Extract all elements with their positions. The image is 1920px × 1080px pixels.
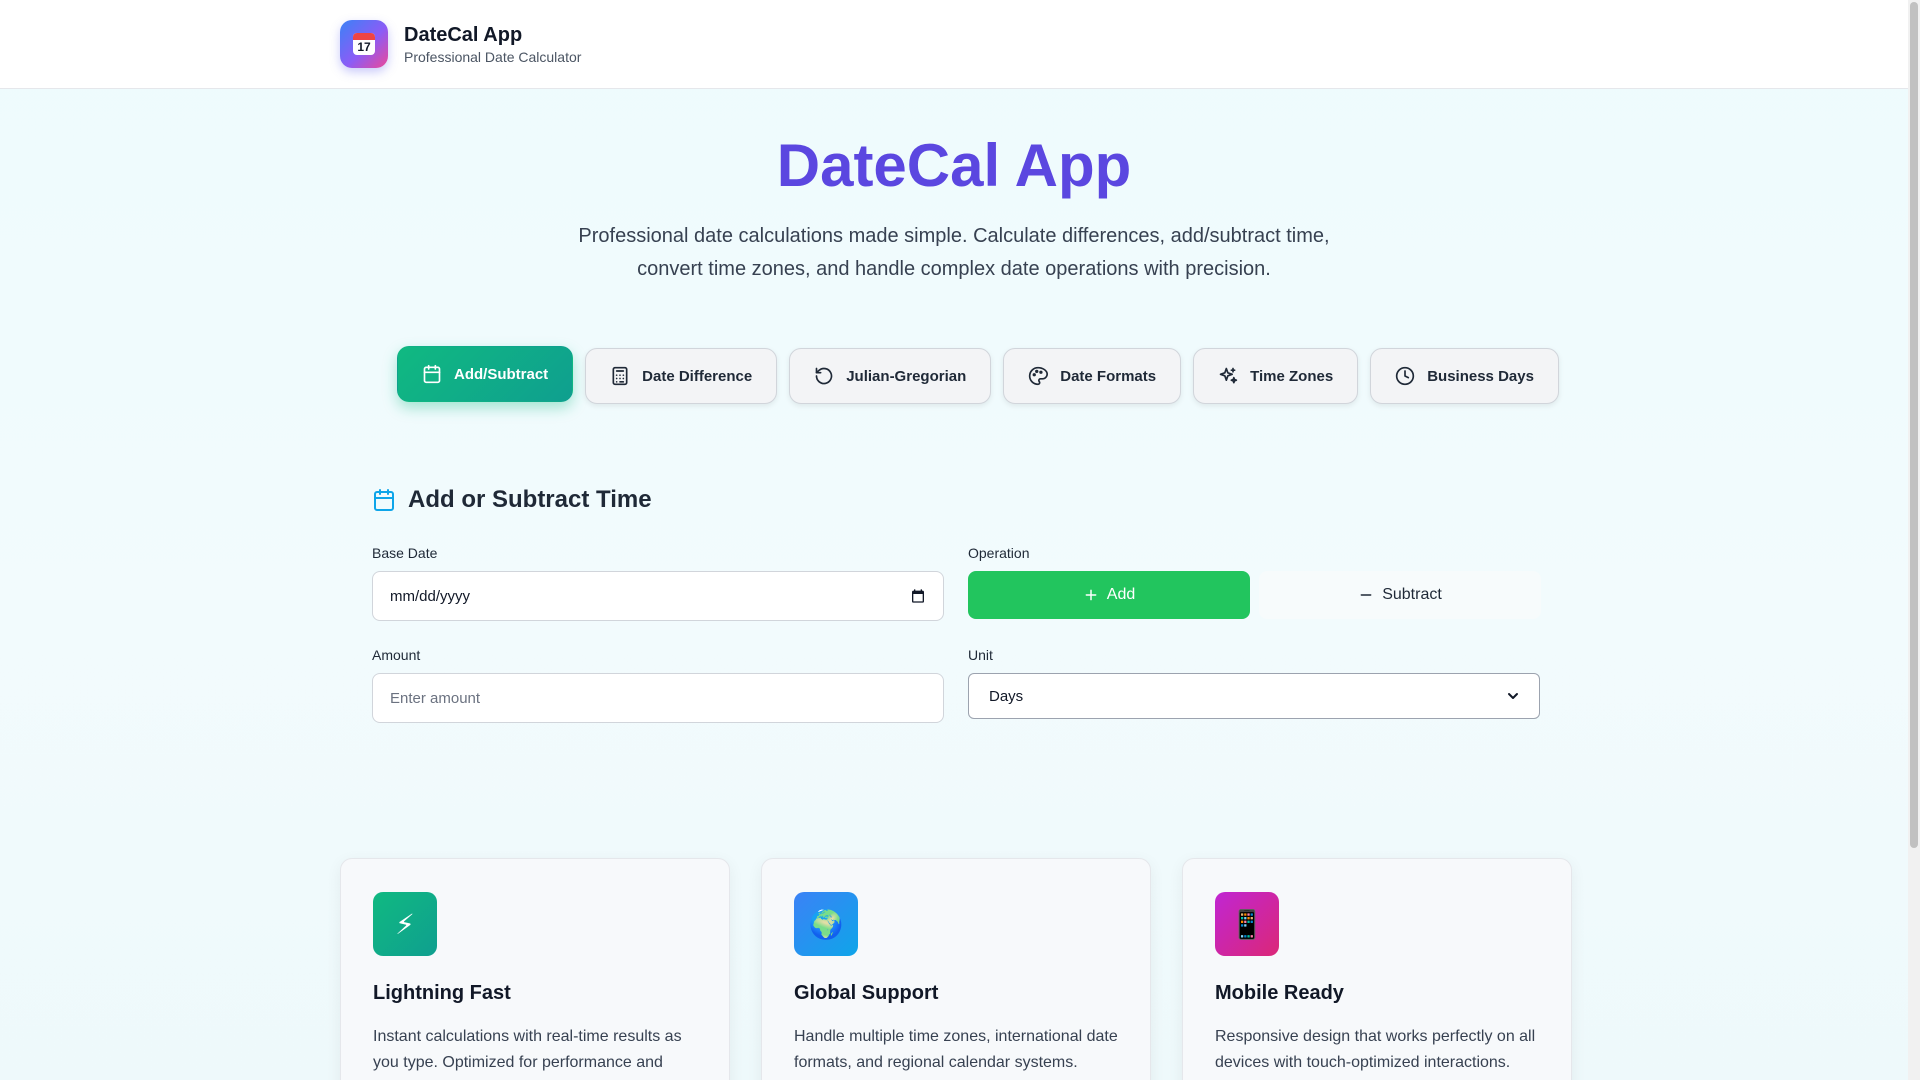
tab-date-difference[interactable]: Date Difference (585, 348, 778, 404)
date-picker-icon[interactable] (910, 588, 926, 604)
tab-label: Julian-Gregorian (846, 367, 967, 385)
tab-label: Business Days (1427, 367, 1534, 385)
top-bar: 17 DateCal App Professional Date Calcula… (0, 0, 1908, 89)
tab-business-days[interactable]: Business Days (1370, 348, 1559, 404)
app-logo-icon: 17 (340, 20, 388, 68)
globe-icon: 🌍 (794, 892, 858, 956)
tab-label: Date Difference (642, 367, 753, 385)
scrollbar-track[interactable] (1908, 0, 1920, 1080)
base-date-label: Base Date (372, 545, 438, 561)
hero-title: DateCal App (776, 132, 1132, 199)
calculator-icon (612, 366, 628, 386)
form-header: Add or Subtract Time (372, 486, 652, 514)
subtract-button[interactable]: Subtract (1259, 571, 1541, 619)
rotate-icon (815, 367, 833, 385)
plus-icon (1085, 589, 1097, 601)
feature-card-lightning-fast: ⚡ Lightning Fast Instant calculations wi… (340, 858, 730, 1080)
tab-label: Date Formats (1060, 367, 1157, 385)
lightning-icon: ⚡ (373, 892, 437, 956)
calendar-icon (423, 364, 441, 384)
sparkles-icon (1219, 367, 1238, 384)
clock-icon (1396, 366, 1415, 386)
subtract-label: Subtract (1382, 586, 1442, 603)
amount-input[interactable] (390, 689, 926, 707)
unit-label: Unit (968, 647, 993, 663)
app-name: DateCal App (404, 24, 523, 46)
feature-description: Instant calculations with real-time resu… (373, 1028, 682, 1071)
feature-title: Mobile Ready (1215, 982, 1344, 1004)
amount-label: Amount (372, 647, 421, 663)
palette-icon (1029, 366, 1049, 386)
tab-add-subtract[interactable]: Add/Subtract (397, 346, 574, 402)
feature-description: Responsive design that works perfectly o… (1215, 1028, 1536, 1071)
brand[interactable]: 17 DateCal App Professional Date Calcula… (340, 20, 581, 68)
hero-description: Professional date calculations made simp… (578, 225, 1330, 280)
scrollbar-thumb[interactable] (1910, 2, 1918, 848)
app-tagline: Professional Date Calculator (404, 49, 582, 65)
tab-label: Add/Subtract (454, 365, 549, 383)
base-date-input[interactable]: mm/dd/yyyy (372, 571, 944, 621)
tab-date-formats[interactable]: Date Formats (1003, 348, 1182, 404)
chevron-down-icon (1508, 693, 1518, 699)
unit-select[interactable]: Days (968, 673, 1540, 719)
unit-selected-value: Days (989, 687, 1024, 705)
feature-card-mobile-ready: 📱 Mobile Ready Responsive design that wo… (1182, 858, 1572, 1080)
calendar-glyph-icon: 17 (353, 33, 375, 55)
tab-julian-gregorian[interactable]: Julian-Gregorian (789, 348, 992, 404)
mobile-icon: 📱 (1215, 892, 1279, 956)
calculator-tabs: Add/Subtract Date Difference Julian-Greg… (397, 346, 1571, 404)
logo-day: 17 (357, 40, 371, 54)
tab-label: Time Zones (1250, 367, 1334, 385)
add-label: Add (1106, 586, 1136, 603)
minus-icon (1360, 594, 1372, 596)
base-date-placeholder: mm/dd/yyyy (390, 587, 471, 605)
feature-card-global-support: 🌍 Global Support Handle multiple time zo… (761, 858, 1151, 1080)
feature-title: Global Support (794, 982, 939, 1004)
add-button[interactable]: Add (968, 571, 1250, 619)
operation-label: Operation (968, 545, 1030, 561)
amount-field[interactable] (372, 673, 944, 723)
feature-title: Lightning Fast (373, 982, 511, 1004)
tab-time-zones[interactable]: Time Zones (1193, 348, 1359, 404)
form-title: Add or Subtract Time (408, 486, 652, 513)
feature-description: Handle multiple time zones, internationa… (794, 1028, 1118, 1071)
calendar-icon (374, 489, 394, 511)
